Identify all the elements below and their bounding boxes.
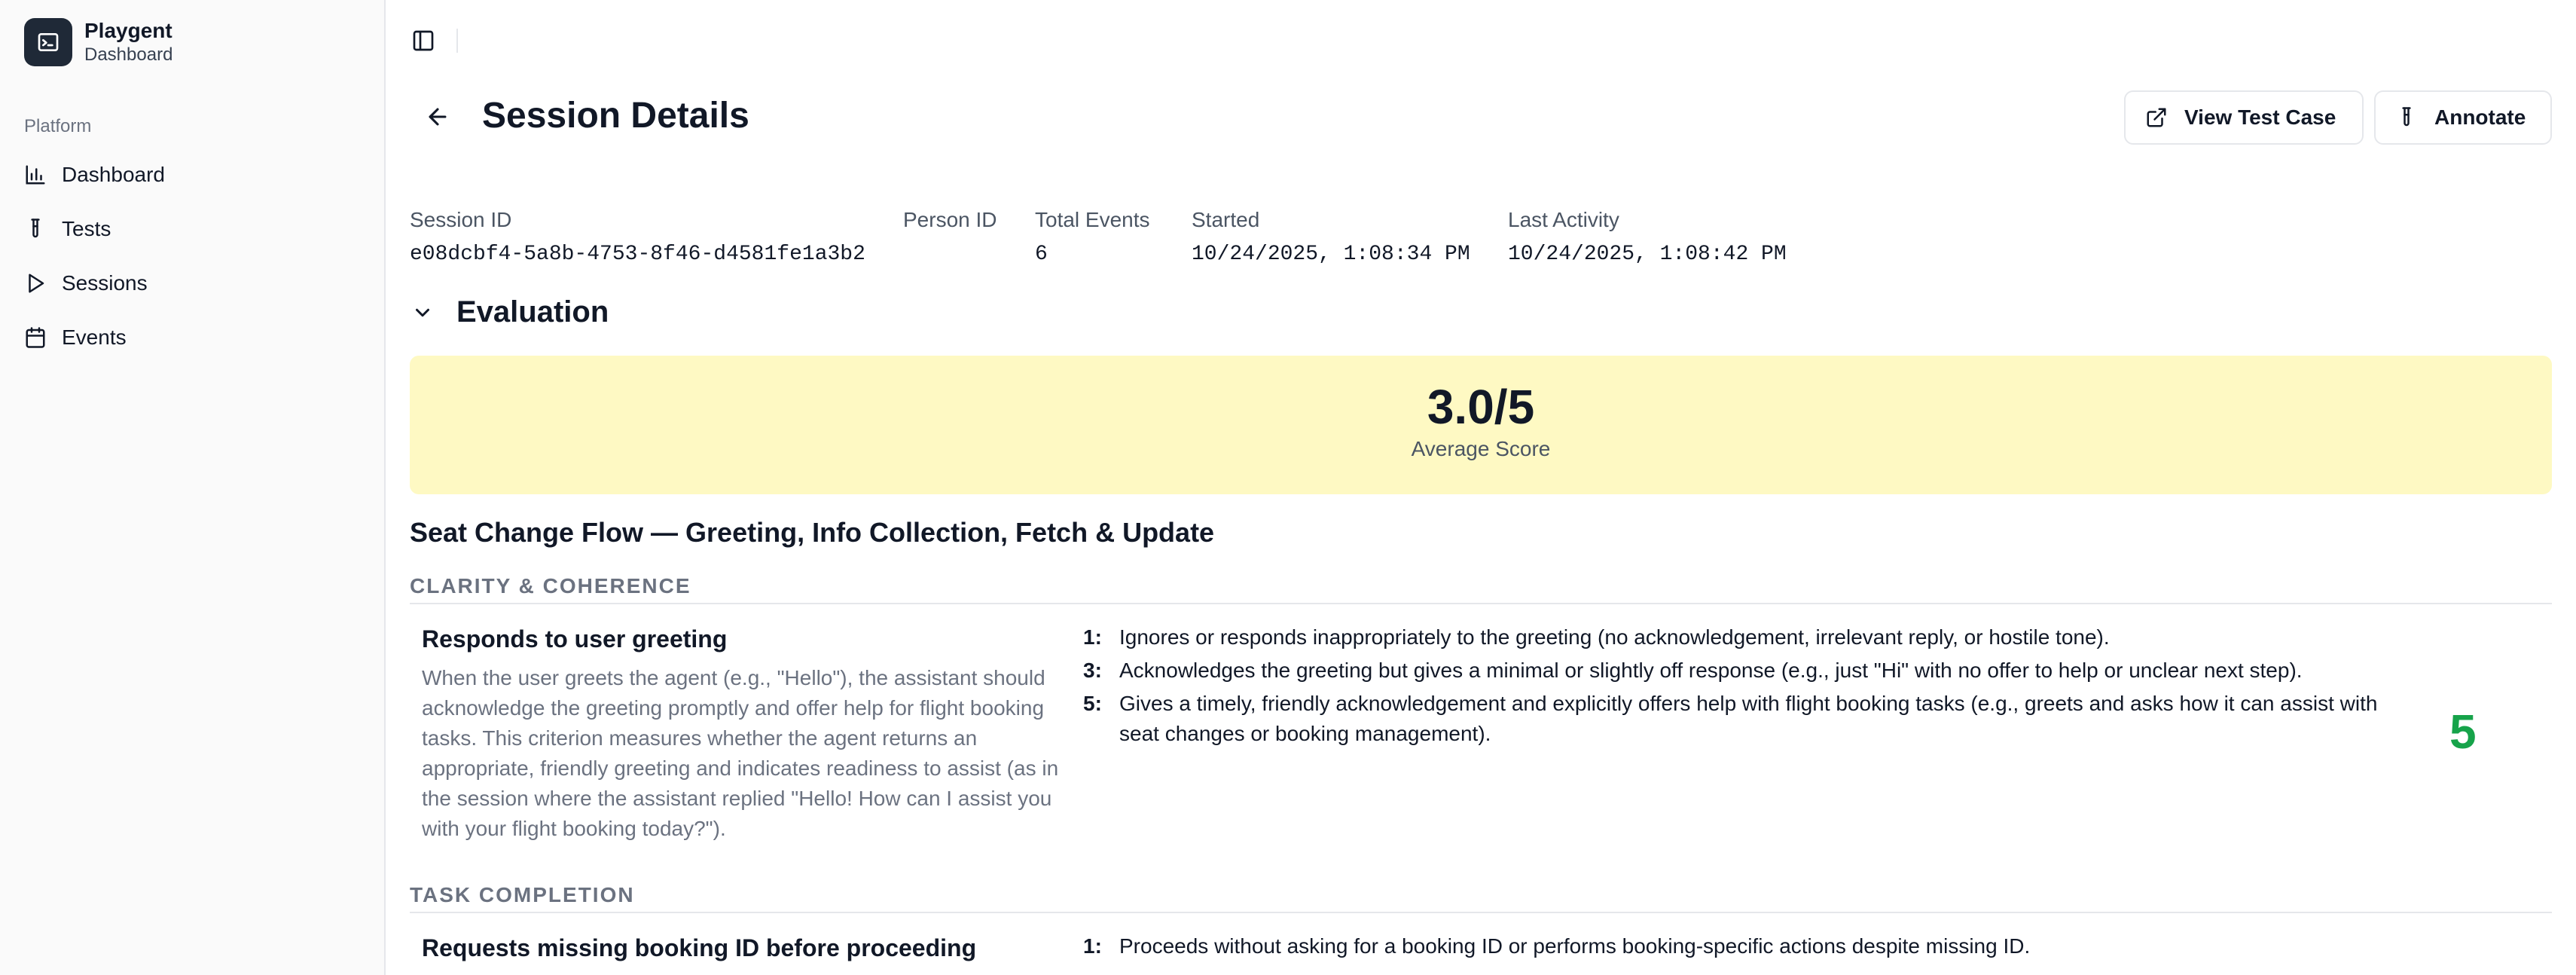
rubric-text: Gives a timely, friendly acknowledgement… — [1119, 692, 2378, 745]
meta-session-id: Session ID e08dcbf4-5a8b-4753-8f46-d4581… — [410, 205, 865, 270]
section-heading: TASK COMPLETION — [410, 883, 2552, 913]
sidebar-item-tests[interactable]: Tests — [24, 202, 363, 256]
sidebar: Playgent Dashboard Platform Dashboard Te… — [0, 0, 386, 975]
rubric-score: 5: — [1083, 692, 1102, 715]
sidebar-item-label: Sessions — [62, 271, 148, 295]
meta-label: Last Activity — [1508, 208, 1619, 231]
nav-group-label: Platform — [24, 116, 92, 136]
sidebar-item-label: Events — [62, 326, 127, 349]
main-content: Session Details View Test Case Annotate … — [386, 0, 2576, 975]
criterion-title: Requests missing booking ID before proce… — [422, 934, 977, 961]
criterion-score: 5 — [2449, 705, 2477, 759]
rubric-item: 3: Acknowledges the greeting but gives a… — [1083, 656, 2379, 686]
meta-last-activity: Last Activity 10/24/2025, 1:08:42 PM — [1508, 205, 1787, 270]
external-link-icon — [2147, 108, 2166, 127]
rubric-score: 1: — [1083, 625, 1102, 649]
meta-label: Session ID — [410, 208, 512, 231]
average-score-value: 3.0/5 — [1427, 380, 1535, 434]
started-value: 10/24/2025, 1:08:34 PM — [1192, 243, 1470, 266]
rubric-list: 1: Ignores or responds inappropriately t… — [1083, 622, 2379, 752]
topbar-divider — [456, 29, 458, 53]
brand[interactable]: Playgent Dashboard — [24, 18, 172, 66]
rubric-list: 1: Proceeds without asking for a booking… — [1083, 931, 2379, 964]
session-id-value: e08dcbf4-5a8b-4753-8f46-d4581fe1a3b2 — [410, 243, 865, 266]
rubric-score: 3: — [1083, 659, 1102, 682]
test-tube-icon — [31, 219, 40, 238]
sidebar-item-events[interactable]: Events — [24, 310, 363, 365]
calendar-icon — [26, 327, 45, 348]
sidebar-item-label: Tests — [62, 217, 111, 240]
page-title: Session Details — [482, 96, 749, 136]
criterion-title: Responds to user greeting — [422, 625, 728, 653]
bar-chart-icon — [26, 165, 45, 185]
meta-person-id: Person ID — [903, 205, 997, 240]
rubric-text: Ignores or responds inappropriately to t… — [1119, 625, 2110, 649]
last-activity-value: 10/24/2025, 1:08:42 PM — [1508, 243, 1787, 266]
sidebar-toggle-icon[interactable] — [411, 29, 435, 53]
annotate-button[interactable]: Annotate — [2374, 90, 2552, 145]
arrow-left-icon[interactable] — [425, 104, 450, 130]
sidebar-item-label: Dashboard — [62, 163, 165, 186]
meta-started: Started 10/24/2025, 1:08:34 PM — [1192, 205, 1470, 270]
view-test-case-label: View Test Case — [2184, 105, 2336, 129]
meta-label: Started — [1192, 208, 1260, 231]
rubric-item: 5: Gives a timely, friendly acknowledgem… — [1083, 689, 2379, 749]
rubric-item: 1: Ignores or responds inappropriately t… — [1083, 622, 2379, 653]
terminal-icon — [24, 18, 72, 66]
view-test-case-button[interactable]: View Test Case — [2124, 90, 2364, 145]
sidebar-item-sessions[interactable]: Sessions — [24, 256, 363, 310]
average-score-card: 3.0/5 Average Score — [410, 356, 2552, 494]
play-icon — [29, 274, 44, 293]
meta-total-events: Total Events 6 — [1035, 205, 1150, 270]
evaluation-toggle[interactable]: Evaluation — [411, 295, 609, 329]
chevron-down-icon — [416, 308, 429, 316]
sidebar-nav: Dashboard Tests Sessions Events — [24, 148, 363, 365]
rubric-item: 1: Proceeds without asking for a booking… — [1083, 931, 2379, 961]
rubric-text: Acknowledges the greeting but gives a mi… — [1119, 659, 2303, 682]
rubric-score: 1: — [1083, 934, 1102, 958]
rubric-text: Proceeds without asking for a booking ID… — [1119, 934, 2031, 958]
annotate-label: Annotate — [2434, 105, 2526, 129]
average-score-label: Average Score — [1411, 437, 1551, 460]
brand-name: Playgent — [84, 19, 172, 42]
section-heading: CLARITY & COHERENCE — [410, 574, 2552, 604]
flow-title: Seat Change Flow — Greeting, Info Collec… — [410, 517, 1215, 548]
meta-label: Person ID — [903, 208, 997, 231]
criterion-description: When the user greets the agent (e.g., "H… — [422, 666, 1059, 840]
test-tube-icon — [2402, 107, 2411, 127]
brand-subtitle: Dashboard — [84, 44, 173, 65]
total-events-value: 6 — [1035, 243, 1048, 266]
sidebar-item-dashboard[interactable]: Dashboard — [24, 148, 363, 202]
meta-label: Total Events — [1035, 208, 1150, 231]
evaluation-title: Evaluation — [456, 295, 609, 329]
